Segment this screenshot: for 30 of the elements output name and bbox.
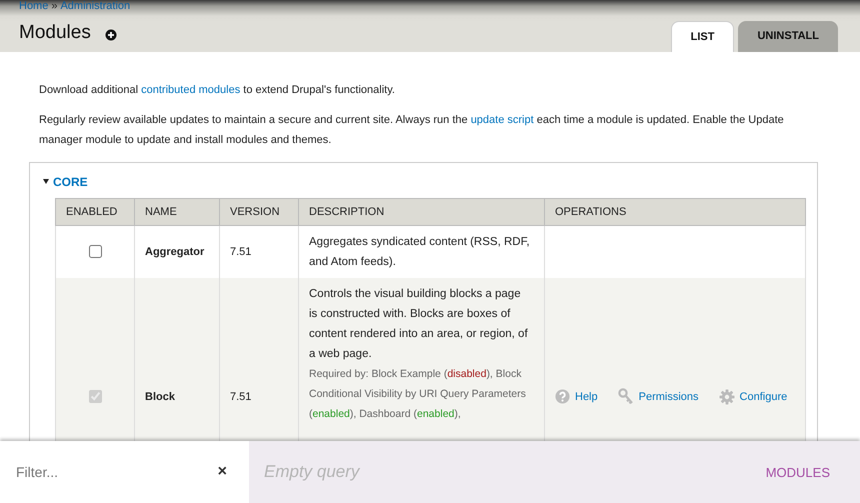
add-shortcut-icon[interactable] (104, 28, 117, 40)
intro-paragraph: Regularly review available updates to maintain a secure and current site. Always run the update script each time a module is updated. Enable the Update manager module to update and install modules and themes. (39, 113, 785, 148)
scope-label: MODULES (766, 464, 830, 480)
module-name: Aggregator (145, 246, 204, 258)
column-header: NAME (134, 198, 220, 225)
module-name: Block (145, 390, 175, 402)
text-link[interactable]: update script (470, 114, 534, 126)
required-by-text: Required by: Block Example (disabled), Block Conditional Visibility by URI Query Parameters (enabled), Dashboard (enabled), (309, 366, 527, 422)
module-description: Aggregates syndicated content (RSS, RDF, and Atom feeds). (309, 234, 531, 270)
key-icon (618, 388, 634, 405)
tab[interactable]: LIST (670, 21, 734, 52)
help-icon (555, 389, 570, 404)
tab[interactable]: UNINSTALL (738, 21, 838, 52)
enable-checkbox[interactable] (89, 245, 102, 258)
query-field[interactable]: Empty query (264, 462, 464, 482)
column-header: ENABLED (56, 198, 134, 225)
page-title: Modules (19, 22, 91, 44)
clear-button[interactable]: × (210, 463, 235, 481)
module-version: 7.51 (230, 246, 252, 258)
column-header: DESCRIPTION (298, 198, 544, 225)
breadcrumb-separator: » (51, 0, 58, 12)
module-version: 7.51 (230, 390, 252, 402)
filter-field[interactable]: Filter... × (0, 441, 249, 503)
column-header: OPERATIONS (544, 198, 806, 225)
column-header: VERSION (220, 198, 298, 225)
module-description: Controls the visual building blocks a page is constructed with. Blocks are boxes of content rendered into an area, or region, of a web page. (309, 286, 529, 362)
fieldset-toggle[interactable]: CORE (43, 174, 88, 188)
text-link[interactable]: contributed modules (141, 84, 240, 96)
intro-paragraph: Download additional contributed modules to extend Drupal's functionality. (39, 83, 396, 98)
gear-icon (718, 388, 735, 404)
